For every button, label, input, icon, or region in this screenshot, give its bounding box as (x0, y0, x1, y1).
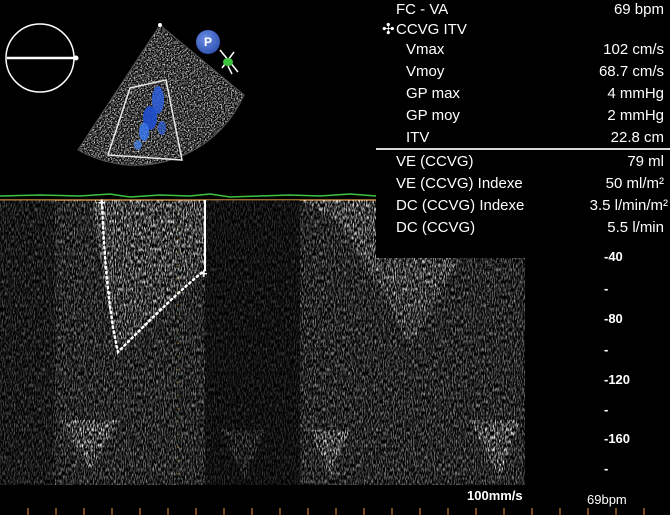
scale-minor-tick: - (604, 342, 609, 357)
measure-value: 2 mmHg (607, 107, 664, 124)
measure-label: DC (CCVG) Indexe (396, 197, 525, 214)
measure-row-gp-max: GP max 4 mmHg (376, 84, 670, 104)
measure-value: 4 mmHg (607, 85, 664, 102)
measure-row-ccvg-itv: ✣ CCVG ITV (376, 20, 670, 40)
sweep-speed: 100mm/s (467, 488, 523, 503)
measure-value: 79 ml (627, 153, 664, 170)
measure-row-vmoy: Vmoy 68.7 cm/s (376, 62, 670, 82)
measure-row-itv: ITV 22.8 cm (376, 128, 670, 148)
measure-row-dc-index: DC (CCVG) Indexe 3.5 l/min/m² (376, 196, 670, 216)
measure-value: 69 bpm (613, 1, 664, 18)
measure-label: Vmax (406, 41, 445, 58)
measure-label: GP max (406, 85, 460, 102)
ultrasound-screen: + + P FC - VA 69 bpm ✣ CCVG ITV Vmax 102… (0, 0, 670, 515)
scale-minor-tick: - (604, 402, 609, 417)
measure-label: CCVG ITV (396, 21, 467, 38)
measure-row-dc-ccvg: DC (CCVG) 5.5 l/min (376, 218, 670, 238)
scale-tick-label: -80 (604, 311, 623, 326)
cursor-cross-icon (219, 49, 239, 75)
measure-value: 68.7 cm/s (598, 63, 664, 80)
measure-label: VE (CCVG) (396, 153, 474, 170)
measure-value: 22.8 cm (610, 129, 664, 146)
measure-label: Vmoy (406, 63, 445, 80)
heart-rate: 69bpm (587, 492, 627, 507)
ecg-trace (0, 193, 377, 198)
measure-label: DC (CCVG) (396, 219, 476, 236)
time-ticks (27, 508, 645, 515)
measure-row-ve-index: VE (CCVG) Indexe 50 ml/m² (376, 174, 670, 194)
probe-p-icon: P (196, 30, 220, 54)
measurement-panel: FC - VA 69 bpm ✣ CCVG ITV Vmax 102 cm/s … (376, 0, 670, 258)
cursor-cross-icon: ✣ (382, 21, 395, 38)
measure-value: 102 cm/s (603, 41, 664, 58)
measure-value: 50 ml/m² (605, 175, 664, 192)
measure-label: FC - VA (396, 1, 449, 18)
scale-minor-tick: - (604, 461, 609, 476)
scale-tick-label: -120 (604, 372, 631, 387)
measure-row-ve-ccvg: VE (CCVG) 79 ml (376, 152, 670, 172)
measure-row-vmax: Vmax 102 cm/s (376, 40, 670, 60)
scale-minor-tick: - (604, 281, 609, 296)
svg-text:+: + (98, 195, 106, 210)
measure-row-gp-moy: GP moy 2 mmHg (376, 106, 670, 126)
panel-divider (376, 148, 670, 150)
measure-value: 5.5 l/min (607, 219, 664, 236)
measure-label: VE (CCVG) Indexe (396, 175, 523, 192)
measure-label: ITV (406, 129, 430, 146)
measure-label: GP moy (406, 107, 460, 124)
svg-text:+: + (200, 266, 208, 281)
measure-value: 3.5 l/min/m² (589, 197, 668, 214)
scale-tick-label: -160 (604, 431, 631, 446)
orientation-circle-icon (5, 23, 79, 93)
scale-tick-label: -40 (604, 249, 623, 264)
measure-row-fc-va: FC - VA 69 bpm (376, 0, 670, 20)
